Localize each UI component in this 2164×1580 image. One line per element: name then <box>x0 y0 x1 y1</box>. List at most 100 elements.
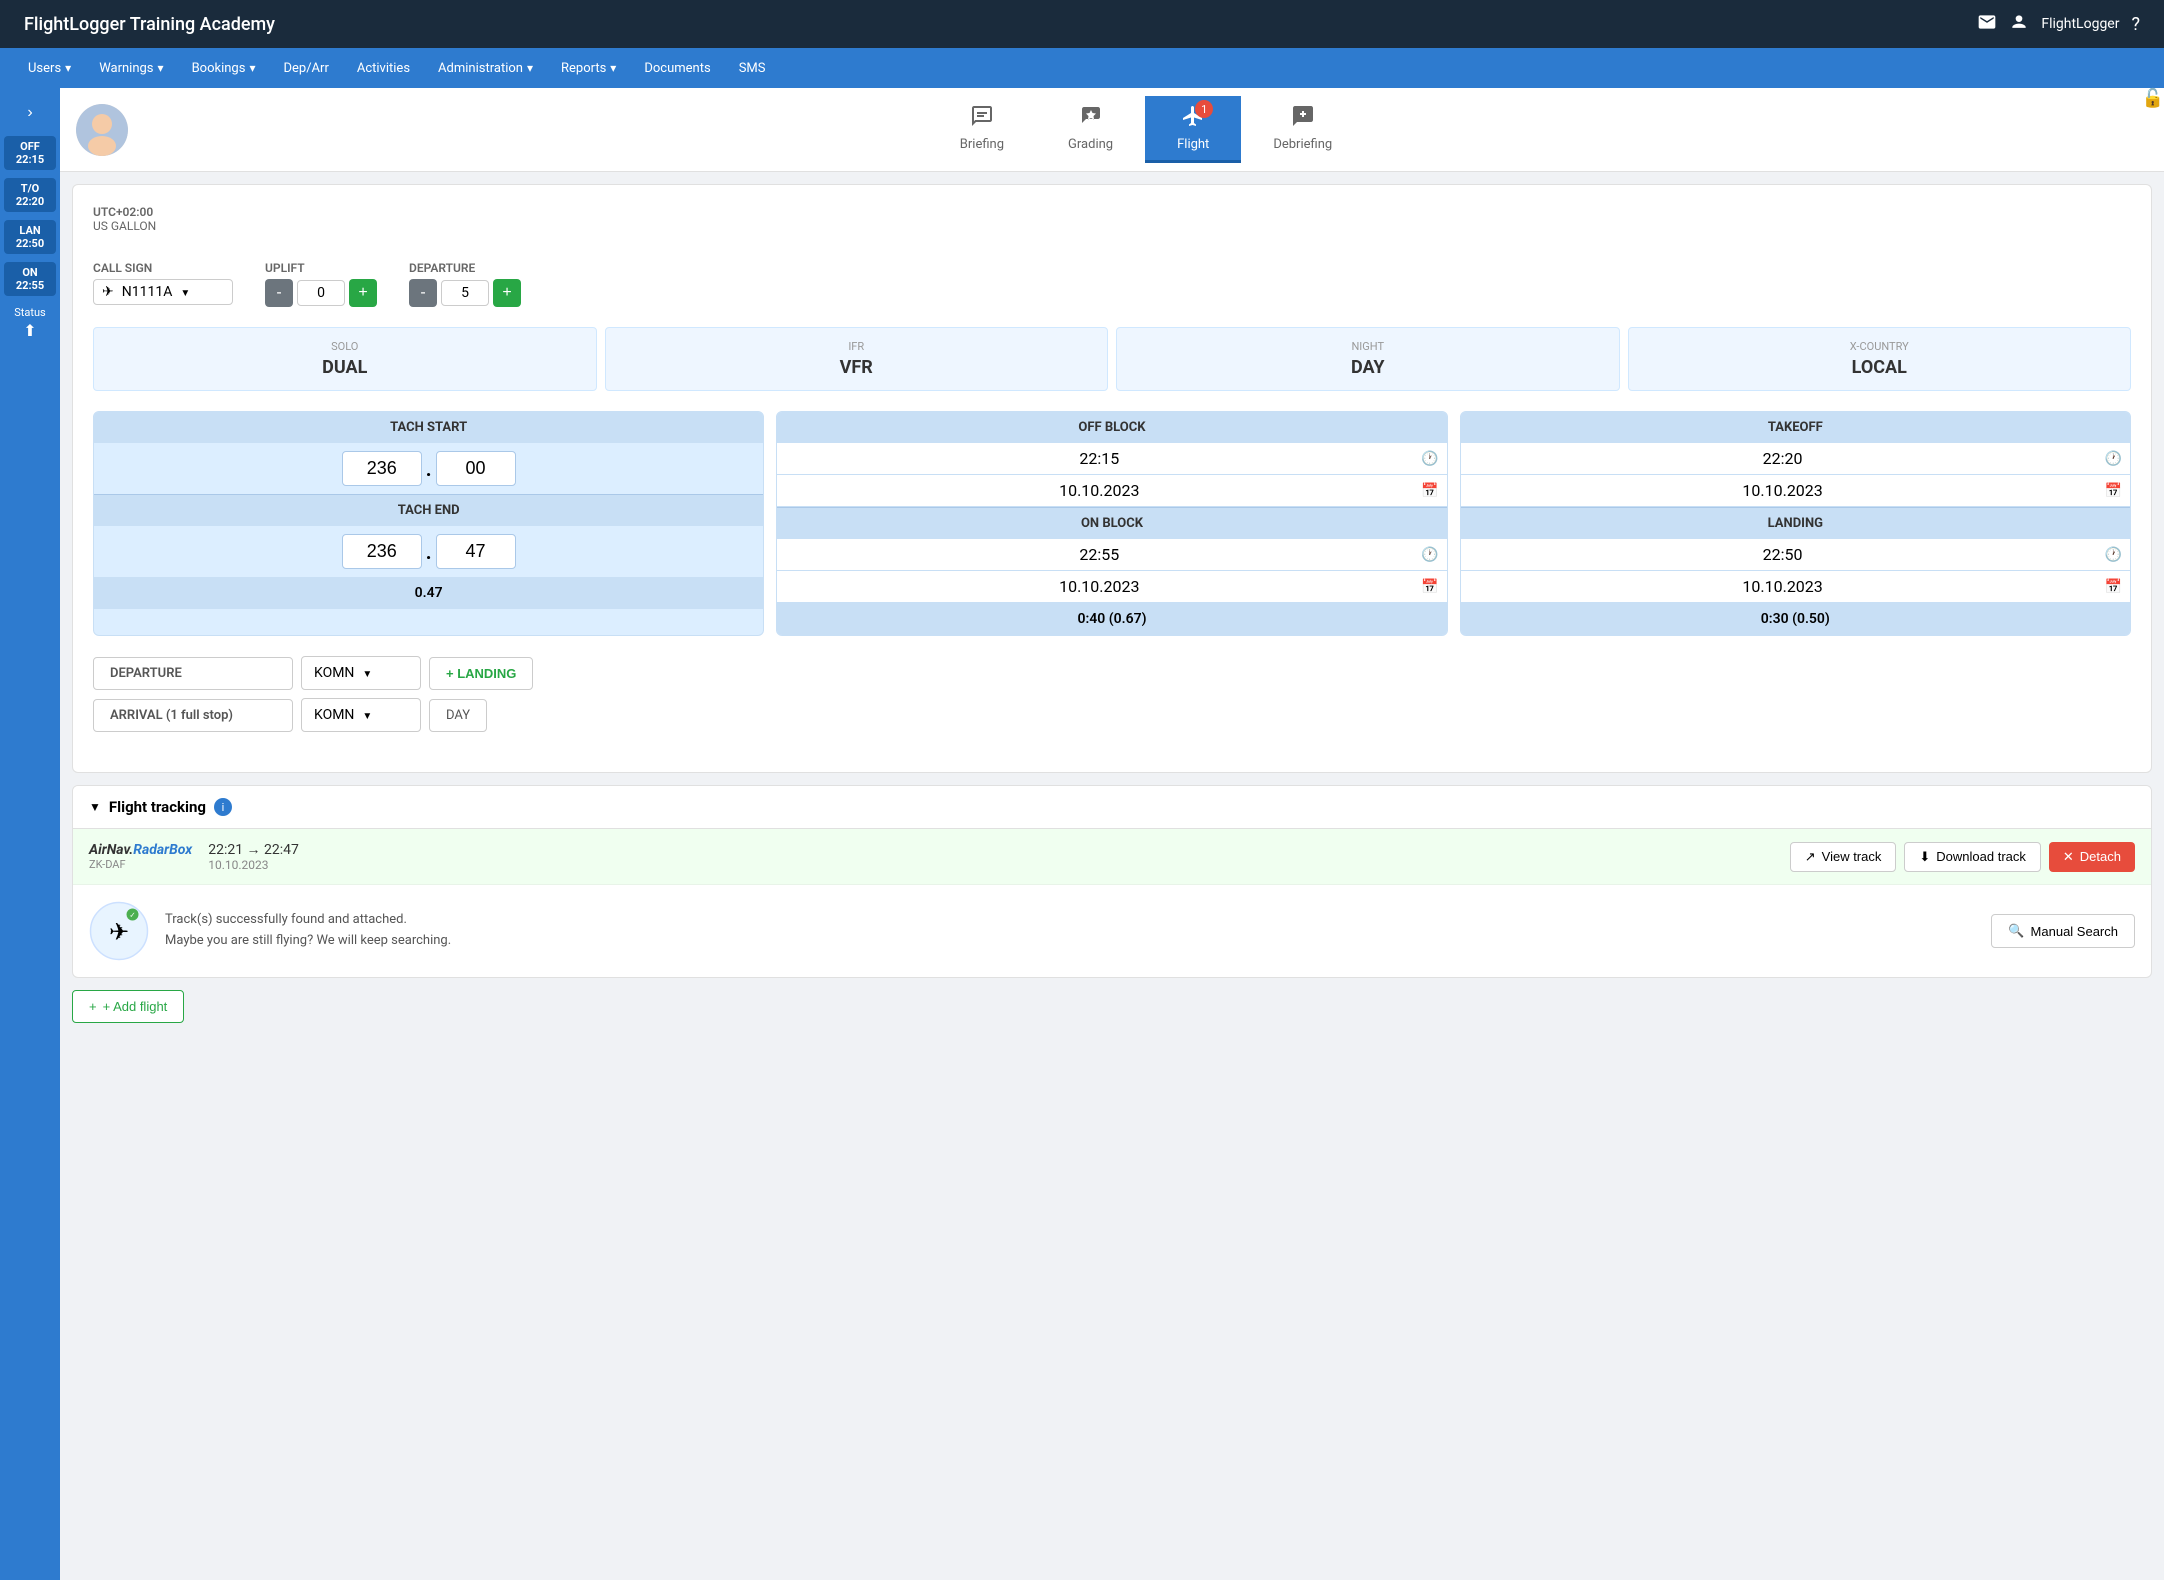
svg-text:✓: ✓ <box>129 911 135 920</box>
download-track-button[interactable]: ⬇ Download track <box>1904 842 2041 872</box>
sidebar-event-lan[interactable]: LAN 22:50 <box>4 220 56 254</box>
off-block-header: OFF BLOCK <box>777 412 1446 443</box>
tabs-container: Briefing Grading <box>144 96 2148 163</box>
nav-item-documents[interactable]: Documents <box>632 53 722 84</box>
flight-form: UTC+02:00 US GALLON CALL SIGN ✈ N1111A <box>72 184 2152 773</box>
detach-button[interactable]: ✕ Detach <box>2049 842 2135 872</box>
flight-types-row: SOLO DUAL IFR VFR NIGHT DAY X-COUNTRY LO… <box>93 327 2131 391</box>
nav-item-warnings[interactable]: Warnings <box>87 53 175 84</box>
utc-timezone: UTC+02:00 US GALLON <box>93 205 156 233</box>
track-action-buttons: ↗ View track ⬇ Download track ✕ Detach <box>1790 842 2135 872</box>
add-flight-plus-icon: + <box>89 999 97 1014</box>
tach-end-int-input[interactable] <box>342 534 422 569</box>
off-block-date-row: 10.10.2023 📅 <box>777 475 1446 507</box>
student-avatar[interactable] <box>76 104 128 156</box>
flight-type-day[interactable]: NIGHT DAY <box>1116 327 1620 391</box>
tach-start-dec-input[interactable] <box>436 451 516 486</box>
app-title: FlightLogger Training Academy <box>24 14 275 35</box>
track-callsign: ZK-DAF <box>89 858 126 871</box>
block-card: OFF BLOCK 22:15 🕐 10.10.2023 📅 ON BLOCK … <box>776 411 1447 636</box>
help-icon[interactable]: ? <box>2131 14 2140 35</box>
uplift-plus-button[interactable]: + <box>349 279 377 307</box>
radar-brand-name: AirNav.RadarBox <box>89 842 192 858</box>
arrival-airport-select[interactable]: KOMN <box>301 698 421 732</box>
user-label[interactable]: FlightLogger <box>2041 16 2119 32</box>
departure-airport-select[interactable]: KOMN <box>301 656 421 690</box>
email-icon[interactable] <box>1977 12 1997 36</box>
takeoff-time: 22:20 <box>1469 449 2097 468</box>
tach-end-inputs: . <box>94 526 763 577</box>
add-landing-button[interactable]: + LANDING <box>429 657 533 690</box>
on-block-date-row: 10.10.2023 📅 <box>777 571 1446 603</box>
flight-type-vfr[interactable]: IFR VFR <box>605 327 1109 391</box>
tach-start-int-input[interactable] <box>342 451 422 486</box>
takeoff-cal-icon[interactable]: 📅 <box>2105 483 2122 499</box>
nav-item-users[interactable]: Users <box>16 53 83 84</box>
flight-type-local[interactable]: X-COUNTRY LOCAL <box>1628 327 2132 391</box>
departure-airport-label: DEPARTURE <box>93 657 293 690</box>
xcountry-label: X-COUNTRY <box>1653 340 2107 353</box>
uplift-value: 0 <box>297 280 345 306</box>
tracking-found-message: Track(s) successfully found and attached… <box>165 910 1975 952</box>
call-sign-select[interactable]: ✈ N1111A <box>93 279 233 305</box>
takeoff-date: 10.10.2023 <box>1469 481 2097 500</box>
arrival-airport-value: KOMN <box>314 707 354 723</box>
landing-date-row: 10.10.2023 📅 <box>1461 571 2130 603</box>
sidebar-event-off[interactable]: OFF 22:15 <box>4 136 56 170</box>
sidebar-status[interactable]: Status ⬆ <box>10 302 49 344</box>
nav-item-reports[interactable]: Reports <box>549 53 628 84</box>
nav-item-activities[interactable]: Activities <box>345 53 422 84</box>
on-block-time-icon[interactable]: 🕐 <box>1421 547 1438 563</box>
on-block-date: 10.10.2023 <box>785 577 1413 596</box>
day-value: DAY <box>1141 357 1595 378</box>
sidebar-toggle-button[interactable]: › <box>19 96 40 130</box>
departure-plus-button[interactable]: + <box>493 279 521 307</box>
dep-arr-section: DEPARTURE KOMN + LANDING ARRIVAL (1 full… <box>93 656 2131 732</box>
tracking-title: Flight tracking <box>109 798 206 816</box>
nav-item-deparr[interactable]: Dep/Arr <box>271 53 340 84</box>
uplift-control: - 0 + <box>265 279 377 307</box>
on-block-cal-icon[interactable]: 📅 <box>1421 579 1438 595</box>
search-icon: 🔍 <box>2008 923 2024 939</box>
landing-cal-icon[interactable]: 📅 <box>2105 579 2122 595</box>
sidebar-event-on[interactable]: ON 22:55 <box>4 262 56 296</box>
landing-date: 10.10.2023 <box>1469 577 2097 596</box>
arrival-select-icon <box>362 707 372 723</box>
nav-item-administration[interactable]: Administration <box>426 53 545 84</box>
off-block-cal-icon[interactable]: 📅 <box>1421 483 1438 499</box>
dual-value: DUAL <box>118 357 572 378</box>
call-sign-value: N1111A <box>122 284 173 300</box>
tach-end-dec-input[interactable] <box>436 534 516 569</box>
tracking-collapse-icon[interactable]: ▼ <box>89 800 101 814</box>
tab-briefing[interactable]: Briefing <box>928 96 1036 163</box>
landing-time-icon[interactable]: 🕐 <box>2105 547 2122 563</box>
takeoff-time-icon[interactable]: 🕐 <box>2105 451 2122 467</box>
tach-start-header: TACH START <box>94 412 763 443</box>
tab-flight[interactable]: 1 Flight <box>1145 96 1241 163</box>
sidebar-event-to[interactable]: T/O 22:20 <box>4 178 56 212</box>
departure-value: 5 <box>441 280 489 306</box>
nav-item-sms[interactable]: SMS <box>727 53 778 84</box>
on-block-time: 22:55 <box>785 545 1413 564</box>
tracking-info-icon[interactable]: i <box>214 798 232 816</box>
tab-debriefing[interactable]: Debriefing <box>1241 96 1364 163</box>
call-sign-dropdown-icon <box>180 284 190 300</box>
users-dropdown-icon <box>65 61 71 76</box>
lock-icon[interactable]: 🔓 <box>2142 88 2164 109</box>
track-time-range: 22:21 → 22:47 10.10.2023 <box>208 841 299 872</box>
manual-search-button[interactable]: 🔍 Manual Search <box>1991 914 2135 948</box>
off-block-time-icon[interactable]: 🕐 <box>1421 451 1438 467</box>
nav-item-bookings[interactable]: Bookings <box>180 53 268 84</box>
uplift-minus-button[interactable]: - <box>265 279 293 307</box>
uplift-group: UPLIFT - 0 + <box>265 261 377 307</box>
add-flight-button[interactable]: + + Add flight <box>72 990 184 1023</box>
plane-icon-wrap: ✈ ✓ <box>89 901 149 961</box>
day-type-badge: DAY <box>429 699 487 732</box>
departure-select-icon <box>362 665 372 681</box>
departure-minus-button[interactable]: - <box>409 279 437 307</box>
view-track-button[interactable]: ↗ View track <box>1790 842 1897 872</box>
flight-type-dual[interactable]: SOLO DUAL <box>93 327 597 391</box>
tab-grading[interactable]: Grading <box>1036 96 1145 163</box>
user-avatar-icon[interactable] <box>2009 12 2029 36</box>
tach-total: 0.47 <box>94 577 763 609</box>
